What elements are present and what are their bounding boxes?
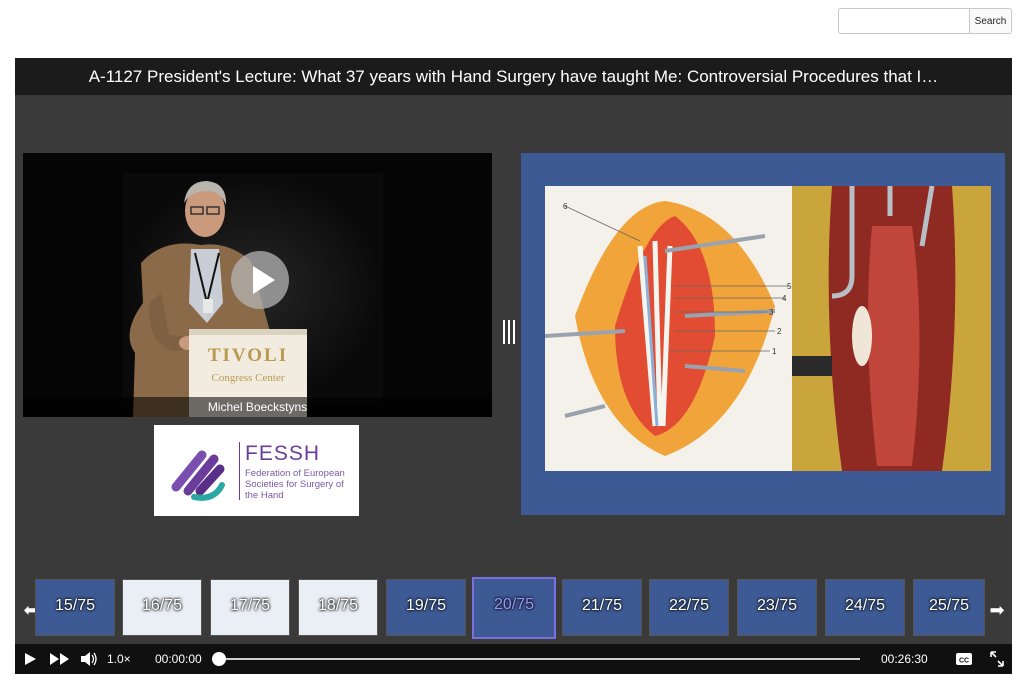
cc-text: CC bbox=[959, 658, 969, 665]
grip-line bbox=[513, 320, 515, 344]
thumbnail-label: 21/75 bbox=[581, 597, 623, 614]
slide-thumbnail[interactable]: 24/75 bbox=[825, 579, 905, 636]
volume-icon[interactable] bbox=[80, 644, 98, 674]
player-controls: 1.0× 00:00:00 00:26:30 CC bbox=[15, 644, 1012, 674]
thumbnails-next-arrow-icon[interactable]: ➡ bbox=[987, 596, 1007, 624]
surgical-illustration: 6 5 4 3 2 1 bbox=[545, 186, 792, 471]
logo-subtitle: Federation of European Societies for Sur… bbox=[245, 468, 345, 501]
slide-thumbnail[interactable]: 22/75 bbox=[649, 579, 729, 636]
slide-thumbnail[interactable]: 15/75 bbox=[35, 579, 115, 636]
speaker-name: Michel Boeckstyns bbox=[23, 397, 492, 417]
thumbnail-label: 16/75 bbox=[141, 597, 183, 614]
play-overlay-button[interactable] bbox=[231, 251, 289, 309]
fessh-hand-icon bbox=[171, 450, 225, 501]
playback-speed-button[interactable]: 1.0× bbox=[107, 644, 131, 674]
photo-drawing bbox=[792, 186, 991, 471]
thumbnail-label: 19/75 bbox=[405, 597, 447, 614]
fast-forward-icon[interactable] bbox=[49, 644, 71, 674]
play-icon[interactable] bbox=[23, 644, 37, 674]
slide-thumbnail[interactable]: 19/75 bbox=[386, 579, 466, 636]
thumbnail-label: 22/75 bbox=[668, 597, 710, 614]
search-bar: Search bbox=[838, 8, 1012, 34]
grip-line bbox=[503, 320, 505, 344]
video-player: A-1127 President's Lecture: What 37 year… bbox=[15, 58, 1012, 674]
thumbnail-label: 17/75 bbox=[229, 597, 271, 614]
duration: 00:26:30 bbox=[881, 652, 928, 666]
seek-bar[interactable] bbox=[218, 658, 860, 660]
slide-label: 1 bbox=[772, 347, 777, 356]
pane-resize-handle[interactable] bbox=[501, 320, 517, 348]
search-button[interactable]: Search bbox=[970, 8, 1012, 34]
slide-thumbnail-active[interactable]: 20/75 bbox=[472, 577, 556, 639]
thumbnail-label: 24/75 bbox=[844, 597, 886, 614]
thumbnail-label: 23/75 bbox=[756, 597, 798, 614]
fessh-logo: FESSH Federation of European Societies f… bbox=[154, 425, 359, 516]
presentation-slide: 6 5 4 3 2 1 bbox=[521, 153, 1005, 515]
thumbnail-label: 15/75 bbox=[54, 597, 96, 614]
illustration-drawing: 6 5 4 3 2 1 bbox=[545, 201, 792, 456]
thumbnail-label: 20/75 bbox=[493, 596, 535, 613]
grip-line bbox=[508, 320, 510, 344]
slide-label: 3 bbox=[769, 308, 774, 317]
surgical-photo bbox=[792, 186, 991, 471]
logo-title: FESSH bbox=[245, 442, 321, 465]
slide-label: 6 bbox=[563, 202, 568, 211]
current-time: 00:00:00 bbox=[155, 652, 202, 666]
slide-thumbnail[interactable]: 18/75 bbox=[298, 579, 378, 636]
speaker-video[interactable]: TIVOLI Congress Center Michel Boeckstyns bbox=[23, 153, 492, 417]
search-input[interactable] bbox=[838, 8, 970, 34]
slide-thumbnail[interactable]: 25/75 bbox=[913, 579, 985, 636]
slide-thumbnail[interactable]: 17/75 bbox=[210, 579, 290, 636]
slide-thumbnail[interactable]: 23/75 bbox=[737, 579, 817, 636]
seek-handle[interactable] bbox=[212, 652, 226, 666]
thumbnail-label: 18/75 bbox=[317, 597, 359, 614]
podium-brand-text: TIVOLI bbox=[208, 345, 288, 366]
logo-divider bbox=[239, 442, 240, 500]
podium-venue-text: Congress Center bbox=[211, 372, 284, 384]
lecture-title: A-1127 President's Lecture: What 37 year… bbox=[15, 58, 1012, 95]
slide-label: 4 bbox=[782, 294, 787, 303]
fullscreen-icon[interactable] bbox=[989, 644, 1005, 674]
slide-thumbnail[interactable]: 21/75 bbox=[562, 579, 642, 636]
slide-label: 2 bbox=[777, 327, 782, 336]
slide-thumbnail-strip: ⬅ 15/75 16/75 17/75 18/75 19/75 20/75 21… bbox=[15, 576, 1012, 644]
slide-thumbnail[interactable]: 16/75 bbox=[122, 579, 202, 636]
closed-captions-icon[interactable]: CC bbox=[955, 644, 973, 674]
thumbnail-label: 25/75 bbox=[928, 597, 970, 614]
